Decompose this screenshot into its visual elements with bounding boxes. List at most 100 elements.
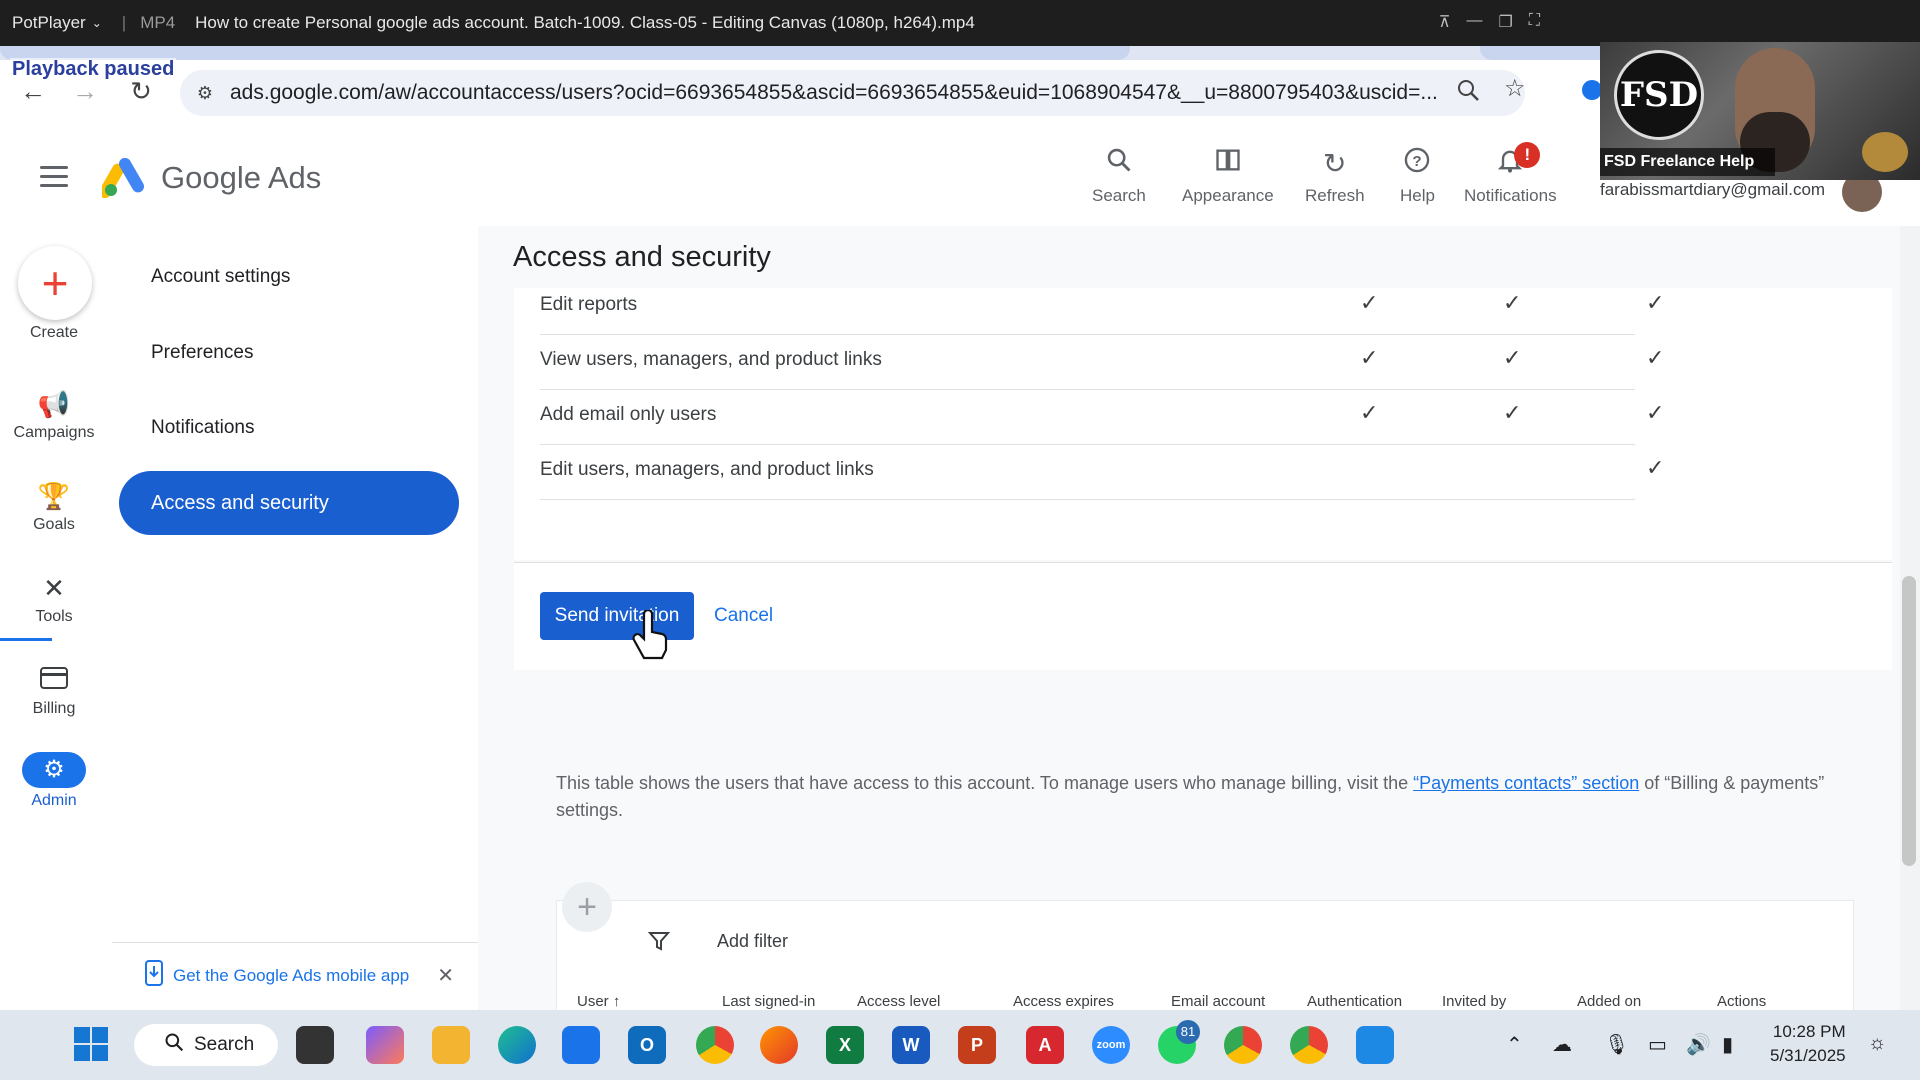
zoom-app-icon[interactable]: zoom <box>1092 1026 1130 1064</box>
subnav-item-preferences[interactable]: Preferences <box>151 342 253 364</box>
extension-icon[interactable] <box>1582 80 1602 100</box>
column-header-user[interactable]: User ↑ <box>577 993 620 1010</box>
player-titlebar: PotPlayer ⌄ | MP4 How to create Personal … <box>0 0 1920 46</box>
address-bar[interactable]: ⚙ ads.google.com/aw/accountaccess/users?… <box>180 70 1525 116</box>
url-text: ads.google.com/aw/accountaccess/users?oc… <box>230 81 1438 104</box>
player-menu[interactable]: PotPlayer ⌄ <box>0 13 112 33</box>
minimize-icon[interactable]: — <box>1466 12 1482 32</box>
store-icon[interactable] <box>562 1026 600 1064</box>
video-title: How to create Personal google ads accoun… <box>195 13 975 32</box>
bookmark-star-icon[interactable]: ☆ <box>1504 74 1526 103</box>
notification-center-icon[interactable]: ☼ <box>1868 1032 1886 1055</box>
gear-icon: ⚙ <box>22 752 86 788</box>
column-header[interactable]: Last signed-in <box>722 993 815 1010</box>
app-name: Google Ads <box>161 160 322 195</box>
rail-underline <box>0 638 52 641</box>
account-email[interactable]: farabissmartdiary@gmail.com <box>1600 180 1825 200</box>
chrome-icon[interactable] <box>696 1026 734 1064</box>
battery-icon[interactable]: ▮ <box>1722 1032 1733 1057</box>
restore-icon[interactable]: ❐ <box>1498 12 1512 32</box>
filter-icon[interactable] <box>647 929 671 960</box>
column-header[interactable]: Email account <box>1171 993 1265 1010</box>
permission-label: View users, managers, and product links <box>540 349 882 370</box>
fullscreen-icon[interactable]: ⛶ <box>1529 12 1540 32</box>
rail-item-tools[interactable]: ✕ Tools <box>0 568 108 626</box>
excel-icon[interactable]: X <box>826 1026 864 1064</box>
column-header[interactable]: Actions <box>1717 993 1766 1010</box>
cancel-button[interactable]: Cancel <box>714 592 773 640</box>
search-button[interactable]: Search <box>1092 146 1146 206</box>
pin-icon[interactable]: ⊼ <box>1439 12 1451 32</box>
table-row: Edit users, managers, and product links … <box>540 445 1664 500</box>
channel-label: FSD Freelance Help <box>1600 148 1775 176</box>
payments-contacts-link[interactable]: “Payments contacts” section <box>1413 773 1639 793</box>
cloud-off-icon[interactable]: ☁ <box>1552 1032 1572 1057</box>
rail-item-goals[interactable]: 🏆 Goals <box>0 476 108 534</box>
help-button[interactable]: ? Help <box>1400 146 1435 206</box>
site-settings-icon[interactable]: ⚙ <box>180 83 230 104</box>
window-controls: ⊼ — ❐ ⛶ <box>1439 12 1540 32</box>
rail-item-campaigns[interactable]: 📢 Campaigns <box>0 384 108 442</box>
invite-actions: Send invitation Cancel <box>514 562 1892 670</box>
subnav-item-notifications[interactable]: Notifications <box>151 417 255 439</box>
microphone-icon[interactable]: 🎙 <box>1604 1032 1629 1057</box>
create-button[interactable]: + <box>18 246 92 320</box>
help-icon: ? <box>1400 146 1435 182</box>
copilot-icon[interactable] <box>366 1026 404 1064</box>
menu-icon[interactable] <box>40 166 68 188</box>
network-icon[interactable]: ▭ <box>1648 1032 1667 1057</box>
file-explorer-icon[interactable] <box>432 1026 470 1064</box>
tools-icon: ✕ <box>43 573 65 603</box>
outlook-icon[interactable]: O <box>628 1026 666 1064</box>
volume-icon[interactable]: 🔊 <box>1686 1032 1711 1057</box>
word-icon[interactable]: W <box>892 1026 930 1064</box>
firefox-icon[interactable] <box>760 1026 798 1064</box>
rail-item-billing[interactable]: Billing <box>0 660 108 718</box>
scrollbar-thumb[interactable] <box>1902 576 1916 866</box>
add-user-button[interactable]: + <box>562 882 612 932</box>
divider <box>112 942 482 943</box>
playback-status: Playback paused <box>10 58 177 81</box>
zoom-icon[interactable] <box>1456 78 1480 109</box>
task-view-icon[interactable] <box>296 1026 334 1064</box>
appearance-button[interactable]: Appearance <box>1182 146 1274 206</box>
refresh-icon: ↻ <box>1323 148 1347 179</box>
hand-cursor-icon <box>630 608 670 671</box>
check-icon: ✓ <box>1646 345 1665 370</box>
add-filter-button[interactable]: Add filter <box>717 931 788 952</box>
chrome-profile-icon[interactable] <box>1224 1026 1262 1064</box>
taskbar-search[interactable]: Search <box>134 1024 278 1066</box>
promo-link[interactable]: Get the Google Ads mobile app <box>173 966 409 986</box>
check-icon: ✓ <box>1646 400 1665 425</box>
mobile-app-promo[interactable]: Get the Google Ads mobile app ✕ <box>145 960 454 991</box>
chevron-up-icon[interactable]: ⌃ <box>1506 1032 1523 1057</box>
app-icon[interactable] <box>1356 1026 1394 1064</box>
powerpoint-icon[interactable]: P <box>958 1026 996 1064</box>
trophy-icon: 🏆 <box>37 481 71 511</box>
column-header[interactable]: Authentication <box>1307 993 1402 1010</box>
check-icon: ✓ <box>1646 455 1665 480</box>
subnav-item-access-security[interactable]: Access and security <box>119 471 459 535</box>
subnav-item-account-settings[interactable]: Account settings <box>151 266 290 288</box>
acrobat-icon[interactable]: A <box>1026 1026 1064 1064</box>
windows-start-icon[interactable] <box>72 1026 110 1064</box>
column-header[interactable]: Added on <box>1577 993 1641 1010</box>
table-row: Add email only users ✓ ✓ ✓ <box>540 390 1664 445</box>
column-header[interactable]: Invited by <box>1442 993 1506 1010</box>
bell-icon: ! <box>1464 142 1557 182</box>
send-invitation-button[interactable]: Send invitation <box>540 592 694 640</box>
column-header[interactable]: Access expires <box>1013 993 1114 1010</box>
edge-icon[interactable] <box>498 1026 536 1064</box>
notifications-button[interactable]: ! Notifications <box>1464 142 1557 206</box>
left-rail: + Create 📢 Campaigns 🏆 Goals ✕ Tools Bil… <box>0 226 108 1010</box>
clock[interactable]: 10:28 PM 5/31/2025 <box>1770 1020 1846 1068</box>
refresh-button[interactable]: ↻ Refresh <box>1305 146 1365 206</box>
permission-label: Edit reports <box>540 294 638 315</box>
check-icon: ✓ <box>1503 400 1522 425</box>
chrome-profile-icon[interactable] <box>1290 1026 1328 1064</box>
check-icon: ✓ <box>1646 290 1665 315</box>
tab[interactable] <box>1480 46 1600 60</box>
close-icon[interactable]: ✕ <box>437 963 454 988</box>
column-header[interactable]: Access level <box>857 993 940 1010</box>
rail-item-admin[interactable]: ⚙ Admin <box>0 752 108 810</box>
